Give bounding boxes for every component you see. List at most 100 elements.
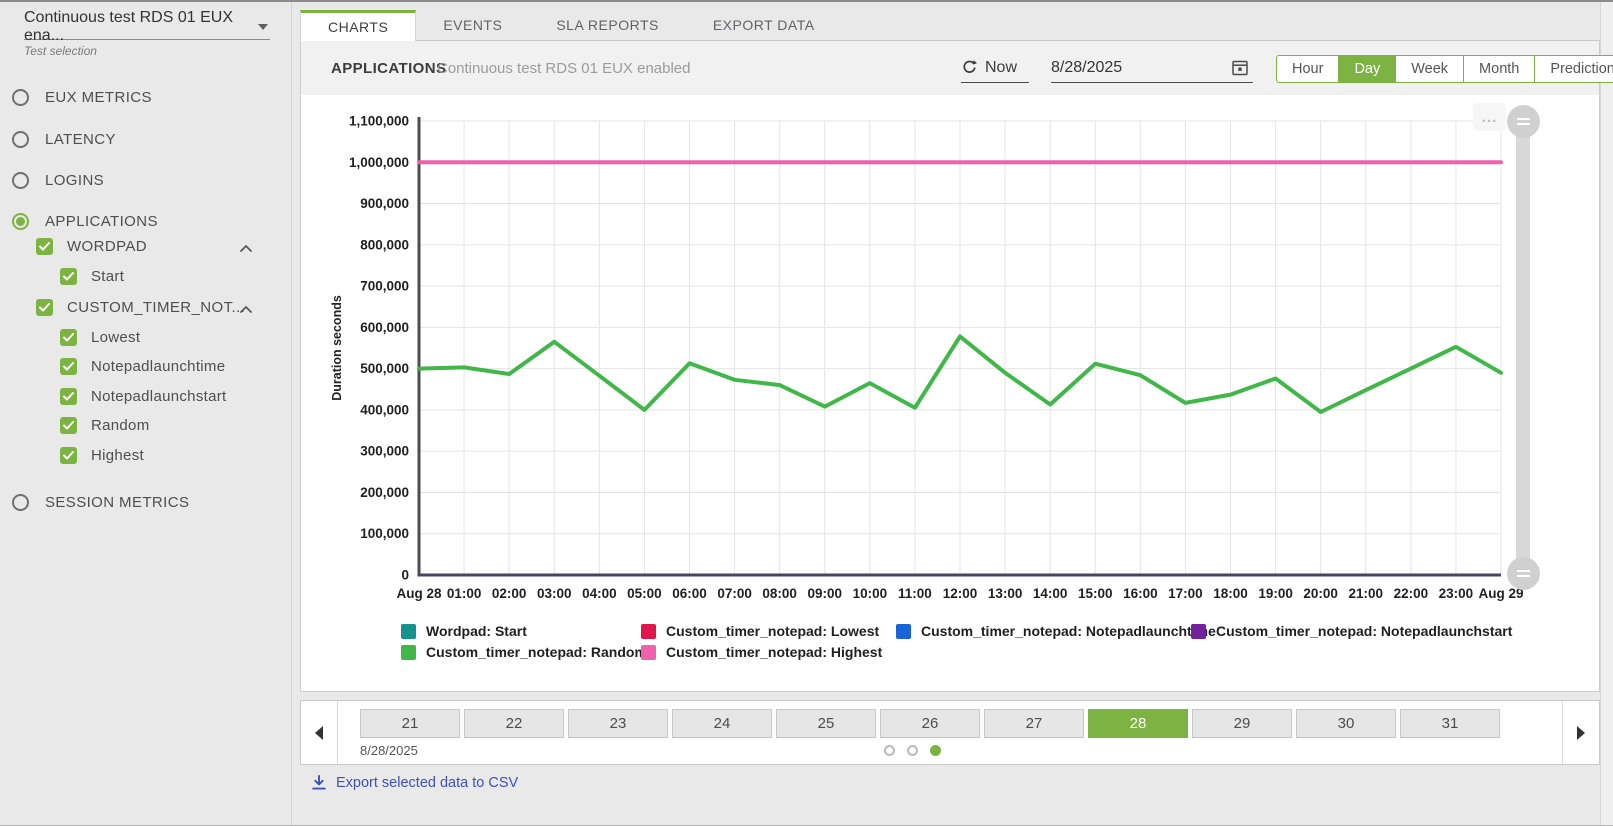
- sidebar-item-latency[interactable]: LATENCY: [12, 128, 116, 150]
- legend-item-custom-timer-notepad-notepadlaunchstart[interactable]: Custom_timer_notepad: Notepadlaunchstart: [1191, 623, 1512, 639]
- day-button-25[interactable]: 25: [776, 709, 876, 738]
- legend-item-custom-timer-notepad-lowest[interactable]: Custom_timer_notepad: Lowest: [641, 623, 879, 639]
- legend-label: Custom_timer_notepad: Random: [426, 644, 647, 660]
- checkbox-random-checked[interactable]: [60, 417, 77, 434]
- x-tick-label: 04:00: [582, 586, 617, 601]
- duration-chart[interactable]: 0100,000200,000300,000400,000500,000600,…: [301, 95, 1601, 692]
- date-value: 8/28/2025: [1051, 59, 1122, 77]
- day-button-29[interactable]: 29: [1192, 709, 1292, 738]
- charts-panel: APPLICATIONS Continuous test RDS 01 EUX …: [300, 41, 1600, 692]
- x-tick-label: 23:00: [1439, 586, 1474, 601]
- checkbox-custom-timer-not-checked[interactable]: [36, 299, 53, 316]
- page-dot-2[interactable]: [907, 745, 918, 756]
- day-button-21[interactable]: 21: [360, 709, 460, 738]
- range-button-hour[interactable]: Hour: [1277, 56, 1338, 82]
- left-arrow-icon: [315, 726, 323, 740]
- x-tick-label: 09:00: [807, 586, 842, 601]
- page-dot-1[interactable]: [884, 745, 895, 756]
- sidebar-item-logins[interactable]: LOGINS: [12, 169, 104, 191]
- checkbox-wordpad-checked[interactable]: [36, 238, 53, 255]
- y-tick-label: 0: [401, 568, 409, 583]
- x-tick-label: 15:00: [1078, 586, 1113, 601]
- day-button-24[interactable]: 24: [672, 709, 772, 738]
- page-dot-3-active[interactable]: [930, 745, 941, 756]
- chart-options-menu-button[interactable]: ...: [1473, 103, 1506, 131]
- tab-events[interactable]: EVENTS: [416, 10, 529, 40]
- y-tick-label: 700,000: [360, 279, 409, 294]
- checkbox-notepadlaunchtime-checked[interactable]: [60, 358, 77, 375]
- app-group-wordpad[interactable]: WORDPAD: [36, 235, 268, 257]
- legend-swatch: [401, 645, 416, 660]
- legend-item-custom-timer-notepad-random[interactable]: Custom_timer_notepad: Random: [401, 644, 647, 660]
- x-tick-label: 01:00: [447, 586, 482, 601]
- chart-range-slider-handle-bottom[interactable]: [1507, 557, 1540, 590]
- x-tick-label: 02:00: [492, 586, 527, 601]
- x-tick-label: 14:00: [1033, 586, 1068, 601]
- legend-label: Custom_timer_notepad: Lowest: [666, 623, 879, 639]
- day-button-26[interactable]: 26: [880, 709, 980, 738]
- chart-range-slider-track[interactable]: [1516, 121, 1530, 575]
- metric-item-label: Lowest: [91, 329, 140, 346]
- radio-latency[interactable]: [12, 131, 29, 148]
- checkbox-highest-checked[interactable]: [60, 447, 77, 464]
- day-button-31[interactable]: 31: [1400, 709, 1500, 738]
- metric-item-label: Highest: [91, 447, 144, 464]
- day-button-28[interactable]: 28: [1088, 709, 1188, 738]
- sidebar-item-applications[interactable]: APPLICATIONS: [12, 210, 158, 232]
- range-button-day[interactable]: Day: [1338, 56, 1395, 82]
- date-input[interactable]: 8/28/2025: [1051, 53, 1253, 83]
- chart-range-slider-handle-top[interactable]: [1507, 105, 1540, 138]
- refresh-now-button[interactable]: Now: [961, 53, 1029, 83]
- radio-applications-selected[interactable]: [12, 213, 29, 230]
- y-tick-label: 900,000: [360, 196, 409, 211]
- sidebar-item-label: SESSION METRICS: [45, 494, 189, 511]
- sidebar-item-eux-metrics[interactable]: EUX METRICS: [12, 86, 152, 108]
- right-arrow-icon: [1577, 726, 1585, 740]
- dropdown-caret-icon: [258, 24, 268, 30]
- radio-logins[interactable]: [12, 172, 29, 189]
- legend-label: Custom_timer_notepad: Notepadlaunchtime: [921, 623, 1216, 639]
- radio-eux-metrics[interactable]: [12, 89, 29, 106]
- app-group-label: CUSTOM_TIMER_NOT...: [67, 299, 245, 316]
- metric-item-start[interactable]: Start: [60, 265, 124, 287]
- page-scrollbar[interactable]: [1600, 2, 1613, 825]
- metric-item-notepadlaunchstart[interactable]: Notepadlaunchstart: [60, 385, 227, 407]
- sidebar-item-label: LOGINS: [45, 172, 104, 189]
- metric-item-highest[interactable]: Highest: [60, 444, 144, 466]
- range-button-month[interactable]: Month: [1463, 56, 1534, 82]
- legend-item-custom-timer-notepad-notepadlaunchtime[interactable]: Custom_timer_notepad: Notepadlaunchtime: [896, 623, 1216, 639]
- radio-session-metrics[interactable]: [12, 494, 29, 511]
- collapse-chevron-icon[interactable]: [240, 300, 252, 318]
- legend-item-wordpad-start[interactable]: Wordpad: Start: [401, 623, 527, 639]
- tab-export-data[interactable]: EXPORT DATA: [686, 10, 842, 40]
- sidebar-item-session-metrics[interactable]: SESSION METRICS: [12, 491, 189, 513]
- checkbox-start-checked[interactable]: [60, 268, 77, 285]
- tab-charts[interactable]: CHARTS: [300, 10, 416, 41]
- checkbox-lowest-checked[interactable]: [60, 329, 77, 346]
- legend-item-custom-timer-notepad-highest[interactable]: Custom_timer_notepad: Highest: [641, 644, 882, 660]
- calendar-icon[interactable]: [1231, 59, 1249, 77]
- app-group-custom-timer-not[interactable]: CUSTOM_TIMER_NOT...: [36, 296, 268, 318]
- test-selector-dropdown[interactable]: Continuous test RDS 01 EUX ena...: [24, 14, 270, 40]
- metric-item-notepadlaunchtime[interactable]: Notepadlaunchtime: [60, 356, 225, 378]
- range-button-prediction[interactable]: Prediction: [1534, 56, 1613, 82]
- range-button-week[interactable]: Week: [1395, 56, 1463, 82]
- metric-item-random[interactable]: Random: [60, 415, 150, 437]
- day-button-30[interactable]: 30: [1296, 709, 1396, 738]
- day-selector: 2122232425262728293031 8/28/2025: [300, 700, 1600, 765]
- y-tick-label: 100,000: [360, 526, 409, 541]
- x-tick-label: 11:00: [898, 586, 932, 601]
- day-button-22[interactable]: 22: [464, 709, 564, 738]
- tab-sla-reports[interactable]: SLA REPORTS: [529, 10, 686, 40]
- checkbox-notepadlaunchstart-checked[interactable]: [60, 388, 77, 405]
- day-button-27[interactable]: 27: [984, 709, 1084, 738]
- next-days-button[interactable]: [1562, 701, 1599, 764]
- export-csv-link[interactable]: Export selected data to CSV: [310, 774, 518, 792]
- metric-item-lowest[interactable]: Lowest: [60, 326, 140, 348]
- day-button-23[interactable]: 23: [568, 709, 668, 738]
- previous-days-button[interactable]: [301, 701, 338, 764]
- collapse-chevron-icon[interactable]: [240, 239, 252, 257]
- x-tick-label: 21:00: [1348, 586, 1383, 601]
- x-tick-label: 22:00: [1394, 586, 1429, 601]
- tab-label: EXPORT DATA: [713, 17, 815, 33]
